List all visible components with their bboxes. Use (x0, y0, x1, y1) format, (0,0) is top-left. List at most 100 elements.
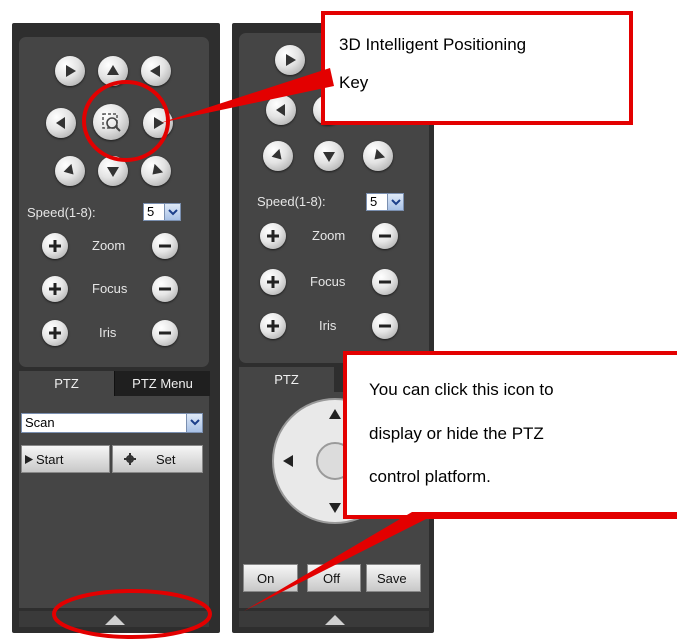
speed-dropdown-button[interactable] (164, 204, 180, 220)
speed-select[interactable]: 5 (143, 203, 181, 221)
ptz-control-section (19, 37, 209, 367)
arrow-down-left-icon (63, 163, 74, 175)
iris-close-button[interactable] (152, 320, 178, 346)
ptz-panel-left: Speed(1-8): 5 Zoom Focus Iris PTZ PTZ Me… (12, 23, 220, 633)
callout-toggle-line2: display or hide the PTZ (369, 424, 544, 443)
focus-label: Focus (92, 281, 128, 296)
arrow-left-button[interactable] (266, 95, 296, 125)
plus-icon (267, 230, 279, 242)
arrow-down-icon (107, 167, 119, 177)
arrow-left-icon (56, 117, 65, 129)
iris-label: Iris (99, 325, 117, 340)
arrow-down-left-button[interactable] (55, 156, 85, 186)
toggle-bar[interactable] (19, 611, 209, 627)
arrow-up-left-icon (286, 54, 296, 66)
3d-position-icon (102, 113, 121, 132)
callout-toggle-line3: control platform. (369, 467, 491, 486)
speed-value: 5 (370, 194, 378, 209)
focus-far-button[interactable] (372, 269, 398, 295)
arrow-left-icon (276, 104, 285, 116)
save-label: Save (377, 571, 407, 586)
focus-label: Focus (310, 274, 346, 289)
arrow-right-icon (154, 117, 164, 129)
zoom-out-button[interactable] (152, 233, 178, 259)
focus-near-button[interactable] (42, 276, 68, 302)
off-label: Off (323, 571, 341, 586)
zoom-in-button[interactable] (42, 233, 68, 259)
arrow-down-left-icon (271, 148, 282, 160)
chevron-down-icon (190, 419, 200, 426)
speed-value: 5 (147, 204, 155, 219)
chevron-down-icon (391, 199, 401, 206)
plus-icon (49, 240, 61, 252)
arrow-down-button[interactable] (314, 141, 344, 171)
3d-positioning-button[interactable] (93, 104, 129, 140)
ptz-function-select[interactable]: Scan (21, 413, 203, 433)
iris-open-button[interactable] (42, 320, 68, 346)
set-label: Set (156, 452, 176, 467)
minus-icon (379, 280, 391, 284)
expand-arrow-icon (325, 615, 345, 625)
iris-open-button[interactable] (260, 313, 286, 339)
arrow-up-button[interactable] (98, 56, 128, 86)
minus-icon (379, 324, 391, 328)
arrow-down-button[interactable] (98, 156, 128, 186)
tab-ptz-menu[interactable]: PTZ Menu (114, 371, 210, 396)
minus-icon (159, 244, 171, 248)
arrow-down-right-button[interactable] (363, 141, 393, 171)
tab-ptz[interactable]: PTZ (19, 371, 114, 396)
arrow-down-right-icon (152, 163, 164, 175)
arrow-up-right-icon (150, 65, 160, 77)
callout-toggle-line1: You can click this icon to (369, 380, 554, 399)
plus-icon (267, 320, 279, 332)
arrow-down-right-icon (374, 148, 386, 160)
speed-label: Speed(1-8): (27, 205, 96, 220)
gear-icon (124, 453, 136, 465)
chevron-down-icon (168, 209, 178, 216)
focus-far-button[interactable] (152, 276, 178, 302)
callout-positioning-line1: 3D Intelligent Positioning (339, 35, 527, 54)
focus-near-button[interactable] (260, 269, 286, 295)
zoom-out-button[interactable] (372, 223, 398, 249)
plus-icon (49, 283, 61, 295)
on-button[interactable]: On (243, 564, 298, 592)
arrow-up-right-button[interactable] (141, 56, 171, 86)
positioning-key-callout: 3D Intelligent Positioning Key (321, 11, 633, 125)
play-icon (25, 455, 34, 464)
arrow-up-left-icon (66, 65, 76, 77)
minus-icon (159, 331, 171, 335)
arrow-right-button[interactable] (143, 108, 173, 138)
zoom-label: Zoom (92, 238, 126, 253)
set-button[interactable]: Set (112, 445, 203, 473)
iris-label: Iris (319, 318, 337, 333)
tab-ptz[interactable]: PTZ (239, 367, 334, 392)
save-button[interactable]: Save (366, 564, 421, 592)
minus-icon (379, 234, 391, 238)
iris-close-button[interactable] (372, 313, 398, 339)
function-dropdown-button[interactable] (186, 414, 202, 432)
zoom-label: Zoom (312, 228, 346, 243)
plus-icon (267, 276, 279, 288)
minus-icon (159, 287, 171, 291)
toggle-icon-callout: You can click this icon to display or hi… (343, 351, 677, 519)
ptz-function-value: Scan (25, 415, 55, 430)
start-button[interactable]: Start (21, 445, 110, 473)
plus-icon (49, 327, 61, 339)
speed-dropdown-button[interactable] (387, 194, 403, 210)
expand-arrow-icon (105, 615, 125, 625)
arrow-down-right-button[interactable] (141, 156, 171, 186)
callout-positioning-line2: Key (339, 73, 369, 92)
speed-select[interactable]: 5 (366, 193, 404, 211)
arrow-down-left-button[interactable] (263, 141, 293, 171)
off-button[interactable]: Off (307, 564, 361, 592)
zoom-in-button[interactable] (260, 223, 286, 249)
arrow-up-left-button[interactable] (275, 45, 305, 75)
speed-label: Speed(1-8): (257, 194, 326, 209)
toggle-bar[interactable] (239, 611, 429, 627)
arrow-down-icon (323, 152, 335, 162)
on-label: On (257, 571, 275, 586)
arrow-left-button[interactable] (46, 108, 76, 138)
start-label: Start (36, 452, 64, 467)
arrow-up-left-button[interactable] (55, 56, 85, 86)
arrow-up-icon (107, 65, 119, 75)
